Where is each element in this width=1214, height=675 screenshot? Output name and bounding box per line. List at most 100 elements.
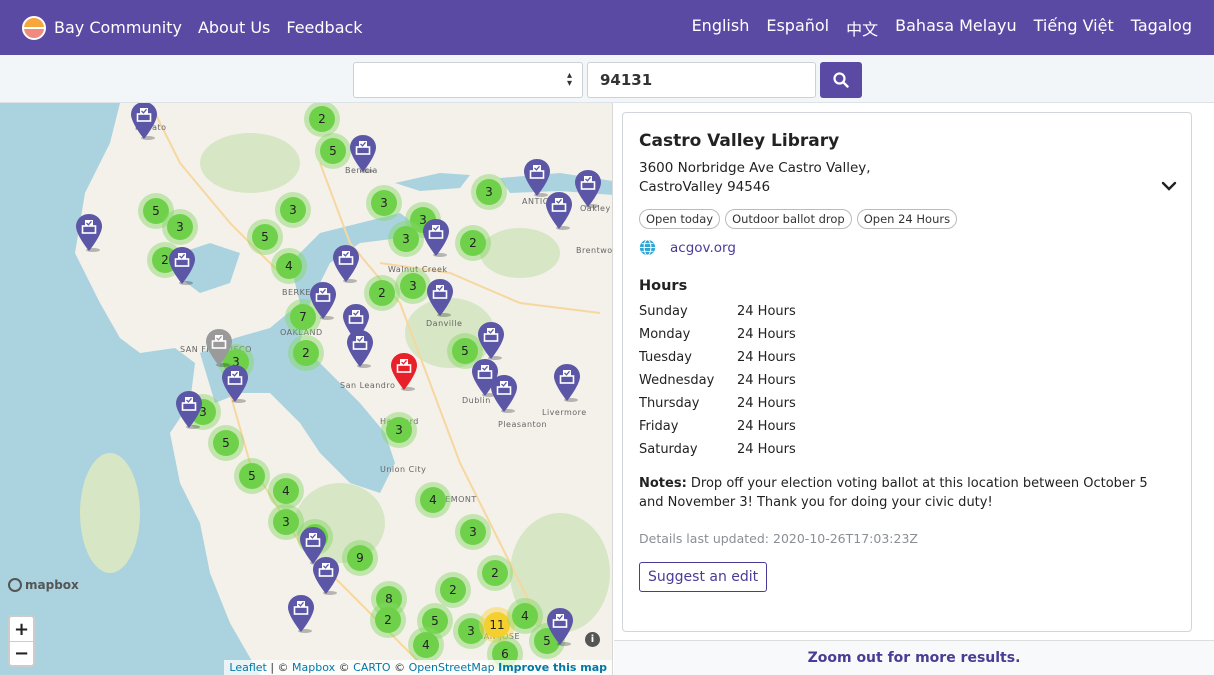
hours-list: Sunday 24 Hours Monday 24 Hours Tuesday 24 Ho… (639, 300, 1175, 461)
ballot-box-marker[interactable] (349, 134, 377, 174)
website-row: acgov.org (639, 239, 1175, 256)
lang-malay[interactable]: Bahasa Melayu (895, 16, 1016, 40)
marker-cluster[interactable]: 2 (477, 555, 513, 591)
marker-cluster-count: 5 (213, 430, 239, 456)
zoom-out-button[interactable]: − (10, 641, 33, 665)
marker-cluster[interactable]: 4 (408, 627, 444, 663)
lang-vietnamese[interactable]: Tiếng Việt (1034, 16, 1114, 40)
ballot-box-pin-icon (546, 192, 572, 230)
ballot-box-marker[interactable] (546, 607, 574, 647)
search-button[interactable] (820, 62, 862, 98)
marker-cluster[interactable]: 2 (370, 602, 406, 638)
marker-cluster[interactable]: 2 (435, 572, 471, 608)
ballot-box-marker[interactable] (426, 278, 454, 318)
lang-tagalog[interactable]: Tagalog (1131, 16, 1192, 40)
ballot-box-marker[interactable] (332, 244, 360, 284)
type-select[interactable]: ▴ ▾ (353, 62, 583, 98)
marker-cluster-count: 2 (440, 577, 466, 603)
ballot-box-pin-icon (350, 135, 376, 173)
hours-day: Tuesday (639, 350, 692, 365)
marker-cluster[interactable]: 9 (342, 540, 378, 576)
marker-cluster-count: 4 (273, 478, 299, 504)
marker-cluster-count: 3 (273, 509, 299, 535)
marker-cluster[interactable]: 5 (208, 425, 244, 461)
ballot-box-marker[interactable] (312, 556, 340, 596)
zip-input[interactable] (587, 62, 816, 98)
ballot-box-marker[interactable] (553, 363, 581, 403)
hours-time: 24 Hours (737, 396, 796, 411)
attribution-improve-link[interactable]: Improve this map (498, 661, 607, 674)
selected-ballot-box-marker[interactable] (390, 352, 418, 392)
map-label-brentwood: Brentwood (576, 246, 613, 255)
search-bar: ▴ ▾ (0, 55, 1214, 103)
map-info-icon[interactable]: i (585, 632, 600, 647)
ballot-box-marker[interactable] (175, 390, 203, 430)
marker-cluster[interactable]: 3 (455, 514, 491, 550)
attribution-leaflet-link[interactable]: Leaflet (229, 661, 266, 674)
marker-cluster-count: 4 (413, 632, 439, 658)
ballot-box-marker[interactable] (545, 191, 573, 231)
ballot-box-marker[interactable] (221, 364, 249, 404)
mapbox-logo[interactable]: mapbox (8, 578, 79, 592)
attribution-carto-link[interactable]: CARTO (353, 661, 390, 674)
map[interactable]: SAN FRANCISCO OAKLAND BERKELEY Walnut Cr… (0, 103, 613, 675)
marker-cluster[interactable]: 3 (275, 192, 311, 228)
ballot-box-marker[interactable] (168, 246, 196, 286)
lang-english[interactable]: English (692, 16, 750, 40)
marker-cluster[interactable]: 3 (388, 221, 424, 257)
ballot-box-marker[interactable] (422, 218, 450, 258)
hours-day: Friday (639, 419, 679, 434)
brand[interactable]: Bay Community (22, 15, 182, 40)
lang-espanol[interactable]: Español (766, 16, 829, 40)
marker-cluster[interactable]: 3 (366, 185, 402, 221)
address-line-1: 3600 Norbridge Ave Castro Valley, (639, 160, 871, 176)
ballot-box-marker[interactable] (477, 321, 505, 361)
marker-cluster[interactable]: 5 (247, 219, 283, 255)
marker-cluster-count: 2 (293, 340, 319, 366)
marker-cluster[interactable]: 2 (455, 225, 491, 261)
ballot-box-marker[interactable] (346, 329, 374, 369)
ballot-box-marker[interactable] (490, 374, 518, 414)
marker-cluster-count: 4 (276, 253, 302, 279)
marker-cluster[interactable]: 5 (315, 133, 351, 169)
address-line-2: CastroValley 94546 (639, 179, 771, 195)
marker-cluster[interactable]: 4 (271, 248, 307, 284)
map-label-pleasanton: Pleasanton (498, 420, 548, 429)
marker-cluster[interactable]: 3 (162, 209, 198, 245)
marker-cluster-count: 2 (309, 106, 335, 132)
ballot-box-pin-icon (76, 214, 102, 252)
hours-row: Monday 24 Hours (639, 323, 1175, 346)
hours-row: Friday 24 Hours (639, 415, 1175, 438)
ballot-box-pin-icon (333, 245, 359, 283)
marker-cluster[interactable]: 4 (415, 482, 451, 518)
marker-cluster[interactable]: 2 (288, 335, 324, 371)
ballot-box-marker[interactable] (205, 328, 233, 368)
zoom-in-button[interactable]: + (10, 617, 33, 641)
brand-name: Bay Community (54, 18, 182, 37)
marker-cluster-count: 4 (512, 603, 538, 629)
marker-cluster[interactable]: 3 (471, 174, 507, 210)
nav-about-us[interactable]: About Us (198, 18, 270, 37)
chevron-down-icon[interactable] (1161, 177, 1177, 196)
attribution-sep-1: | © (266, 661, 293, 674)
ballot-box-marker[interactable] (130, 103, 158, 141)
attribution-osm-link[interactable]: OpenStreetMap (409, 661, 495, 674)
ballot-box-marker[interactable] (287, 594, 315, 634)
marker-cluster[interactable]: 5 (234, 458, 270, 494)
lang-chinese[interactable]: 中文 (846, 16, 878, 40)
nav-feedback[interactable]: Feedback (286, 18, 362, 37)
mapbox-logo-icon (8, 578, 22, 592)
marker-cluster[interactable]: 3 (381, 412, 417, 448)
ballot-box-marker[interactable] (574, 169, 602, 209)
hours-day: Sunday (639, 304, 688, 319)
ballot-box-marker[interactable] (75, 213, 103, 253)
ballot-box-pin-icon (169, 247, 195, 285)
zoom-out-message[interactable]: Zoom out for more results. (614, 640, 1214, 675)
website-link[interactable]: acgov.org (670, 240, 736, 256)
marker-cluster-count: 4 (420, 487, 446, 513)
attribution-mapbox-link[interactable]: Mapbox (292, 661, 335, 674)
hours-title: Hours (639, 278, 688, 294)
ballot-box-marker[interactable] (309, 281, 337, 321)
hours-day: Saturday (639, 442, 698, 457)
suggest-edit-button[interactable]: Suggest an edit (639, 562, 768, 592)
